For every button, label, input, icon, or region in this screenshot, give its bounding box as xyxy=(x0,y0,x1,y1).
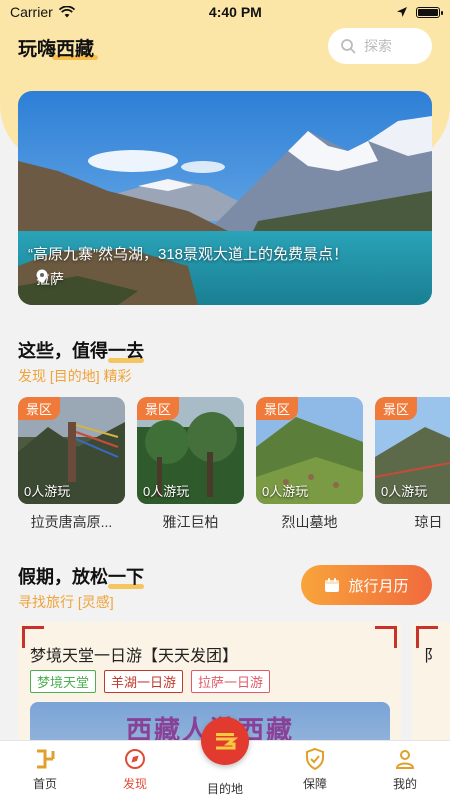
destination-card-image: 景区 0人游玩 xyxy=(18,397,125,504)
destination-cards: 景区 0人游玩 拉贡唐高原... 景区 0人游玩 雅江巨柏 景区 0人游玩 烈山… xyxy=(18,397,450,537)
section-trips-subtitle: 寻找旅行 [灵感] xyxy=(18,594,114,610)
user-icon xyxy=(395,750,415,769)
wifi-icon xyxy=(58,6,75,18)
tab-discover-label: 发现 xyxy=(122,777,147,791)
destination-card-name: 烈山墓地 xyxy=(281,514,338,530)
destination-card-tag: 景区 xyxy=(375,397,418,420)
search-placeholder: 探索 xyxy=(364,38,392,54)
destination-icon xyxy=(216,733,238,750)
trip-next-title: 阝 xyxy=(424,648,441,665)
destination-card-name: 拉贡唐高原... xyxy=(30,514,113,530)
battery-icon xyxy=(415,6,443,18)
destination-card-image: 景区 0人游玩 xyxy=(256,397,363,504)
trip-title: 梦境天堂一日游【天天发团】 xyxy=(30,648,239,665)
destination-card-image: 景区 0人游玩 xyxy=(137,397,244,504)
destination-card-count: 0人游玩 xyxy=(262,484,309,499)
destination-card-tag: 景区 xyxy=(18,397,61,420)
destination-card-count: 0人游玩 xyxy=(24,484,71,499)
travel-calendar-label: 旅行月历 xyxy=(348,577,409,595)
section-destinations-title-prefix: 这些，值得 xyxy=(18,341,108,361)
app-title: 玩嗨西藏 xyxy=(18,39,95,60)
trip-card-next[interactable]: 阝 xyxy=(412,622,450,752)
destination-card-name: 琼日 xyxy=(414,514,443,530)
tab-destination-label: 目的地 xyxy=(206,782,243,796)
calendar-icon xyxy=(325,578,340,592)
search-icon xyxy=(341,39,356,54)
section-trips-title: 假期，放松一下 xyxy=(18,563,144,589)
corner-ornament xyxy=(375,626,397,648)
destination-card[interactable]: 景区 0人游玩 琼日 xyxy=(375,397,450,532)
status-time: 4:40 PM xyxy=(208,4,262,20)
destination-card[interactable]: 景区 0人游玩 烈山墓地 xyxy=(256,397,363,532)
map-pin-icon xyxy=(36,269,48,284)
carrier-label: Carrier xyxy=(10,4,53,20)
location-arrow-icon xyxy=(396,7,407,17)
status-right xyxy=(396,6,443,18)
section-destinations-subtitle: 发现 [目的地] 精彩 xyxy=(18,368,132,384)
tab-home[interactable]: 首页 xyxy=(10,747,80,792)
trip-tag: 羊湖一日游 xyxy=(104,670,184,693)
destination-card-name: 雅江巨柏 xyxy=(162,514,219,530)
shield-icon xyxy=(306,747,324,771)
hero-image xyxy=(18,91,432,305)
travel-calendar-button[interactable]: 旅行月历 xyxy=(301,565,432,605)
hero-location: 拉萨 xyxy=(36,269,64,289)
tab-profile-label: 我的 xyxy=(392,777,417,791)
status-left: Carrier xyxy=(10,4,75,20)
status-bar: Carrier 4:40 PM xyxy=(0,0,450,24)
destination-card[interactable]: 景区 0人游玩 拉贡唐高原... xyxy=(18,397,125,532)
section-destinations-title-highlight: 一去 xyxy=(108,341,144,361)
destination-card-count: 0人游玩 xyxy=(381,484,428,499)
destination-card-image: 景区 0人游玩 xyxy=(375,397,450,504)
tab-discover[interactable]: 发现 xyxy=(100,747,170,792)
trip-tag: 拉萨一日游 xyxy=(191,670,271,693)
search-input[interactable]: 探索 xyxy=(328,28,432,64)
trip-tag: 梦境天堂 xyxy=(30,670,97,693)
section-trips-title-prefix: 假期，放松 xyxy=(18,567,108,587)
tab-destination-button[interactable] xyxy=(201,717,249,765)
tab-profile[interactable]: 我的 xyxy=(370,747,440,792)
tab-home-label: 首页 xyxy=(32,777,57,791)
destination-card[interactable]: 景区 0人游玩 雅江巨柏 xyxy=(137,397,244,532)
tab-guarantee[interactable]: 保障 xyxy=(280,747,350,792)
hero-banner[interactable]: “高原九寨”然乌湖，318景观大道上的免费景点！ 拉萨 xyxy=(18,91,432,305)
tab-guarantee-label: 保障 xyxy=(302,777,327,791)
destination-card-tag: 景区 xyxy=(137,397,180,420)
section-destinations-title: 这些，值得一去 xyxy=(18,337,144,363)
destination-card-count: 0人游玩 xyxy=(143,484,190,499)
section-trips-title-highlight: 一下 xyxy=(108,567,144,587)
home-icon xyxy=(37,749,55,769)
destination-card-tag: 景区 xyxy=(256,397,299,420)
trip-tags: 梦境天堂 羊湖一日游 拉萨一日游 xyxy=(30,670,271,693)
compass-icon xyxy=(125,749,145,769)
hero-caption: “高原九寨”然乌湖，318景观大道上的免费景点！ xyxy=(28,246,349,263)
